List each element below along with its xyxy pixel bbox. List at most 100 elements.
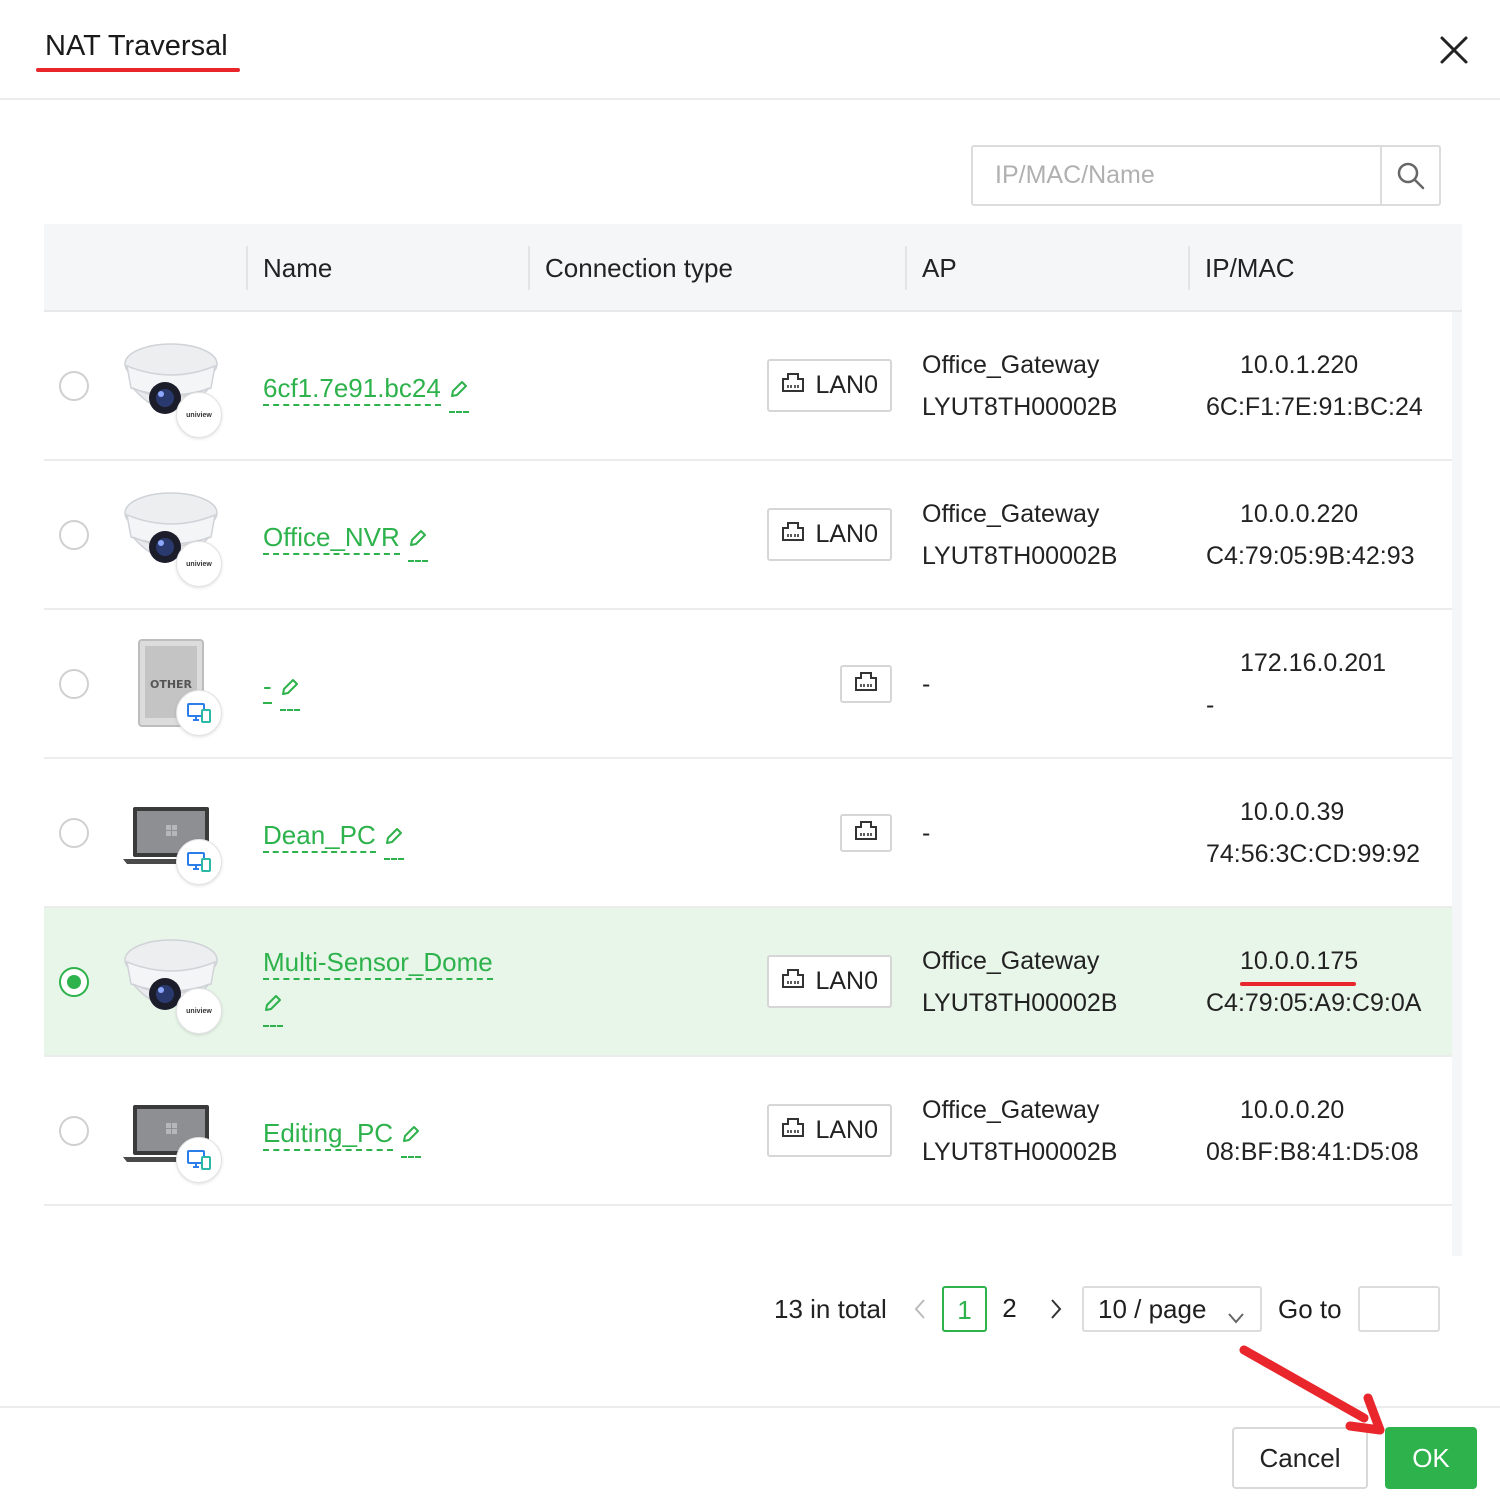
mac-address: 08:BF:B8:41:D5:08 (1206, 1138, 1419, 1166)
ip-annotation-underline (1240, 982, 1356, 986)
edit-icon[interactable] (383, 817, 404, 860)
column-separator (905, 246, 907, 290)
table-row[interactable]: uniview Office_NVR LAN0 Office_Gateway L… (44, 461, 1452, 610)
device-name-link[interactable]: Editing_PC (263, 1118, 394, 1151)
ethernet-port-icon (781, 967, 805, 996)
ap-serial: LYUT8TH00002B (922, 1138, 1118, 1166)
ip-address: 10.0.0.175 (1240, 947, 1359, 975)
row-radio[interactable] (59, 1116, 89, 1146)
edit-icon[interactable] (279, 668, 300, 711)
device-table: Name Connection type AP IP/MAC (44, 224, 1462, 312)
ip-address: 10.0.0.20 (1240, 1096, 1345, 1124)
chevron-left-icon[interactable] (908, 1294, 932, 1324)
multi-device-icon (176, 839, 222, 885)
mac-address: C4:79:05:9B:42:93 (1206, 542, 1415, 570)
cancel-button[interactable]: Cancel (1232, 1427, 1368, 1489)
edit-icon[interactable] (407, 519, 428, 562)
column-header-connection-type: Connection type (545, 253, 733, 283)
column-separator (1188, 246, 1190, 290)
ap-serial: LYUT8TH00002B (922, 989, 1118, 1017)
pagination-total: 13 in total (774, 1294, 887, 1324)
page-size-select[interactable]: 10 / page (1082, 1286, 1262, 1332)
device-name-link[interactable]: Office_NVR (263, 522, 400, 555)
connection-type-tag (840, 814, 892, 852)
goto-page-input[interactable] (1358, 1286, 1440, 1332)
row-radio[interactable] (59, 371, 89, 401)
title-annotation-underline (36, 68, 240, 72)
ethernet-port-icon (781, 371, 805, 400)
multi-device-icon (176, 690, 222, 736)
close-icon[interactable] (1434, 30, 1474, 70)
row-radio[interactable] (59, 818, 89, 848)
connection-type-label: LAN0 (815, 520, 878, 548)
search-icon[interactable] (1380, 147, 1439, 204)
row-radio[interactable] (59, 669, 89, 699)
mac-address: 6C:F1:7E:91:BC:24 (1206, 393, 1423, 421)
dialog-title: NAT Traversal (45, 30, 228, 62)
connection-type-tag: LAN0 (767, 955, 892, 1008)
mac-address: C4:79:05:A9:C9:0A (1206, 989, 1422, 1017)
column-header-name: Name (263, 253, 333, 283)
multi-device-icon (176, 1137, 222, 1183)
chevron-down-icon (1226, 1298, 1246, 1340)
uniview-badge: uniview (176, 392, 222, 438)
search-input[interactable] (973, 147, 1380, 204)
row-radio[interactable] (59, 520, 89, 550)
column-header-ap: AP (922, 253, 957, 283)
row-radio-checked[interactable] (59, 967, 89, 997)
ip-address: 172.16.0.201 (1240, 649, 1386, 677)
device-name-link[interactable]: - (263, 671, 272, 704)
column-separator (528, 246, 530, 290)
uniview-badge: uniview (176, 541, 222, 587)
goto-label: Go to (1278, 1294, 1342, 1324)
table-row[interactable]: Editing_PC LAN0 Office_Gateway LYUT8TH00… (44, 1057, 1452, 1206)
ok-button[interactable]: OK (1385, 1427, 1477, 1489)
page-2-button[interactable]: 2 (987, 1286, 1032, 1332)
mac-address: - (1206, 691, 1215, 719)
ap-serial: LYUT8TH00002B (922, 542, 1118, 570)
ip-address: 10.0.1.220 (1240, 351, 1359, 379)
column-separator (246, 246, 248, 290)
dialog-header: NAT Traversal (0, 0, 1500, 100)
chevron-right-icon[interactable] (1044, 1294, 1068, 1324)
page-size-value: 10 / page (1098, 1294, 1207, 1324)
ap-name: Office_Gateway (922, 351, 1100, 379)
device-name-link[interactable]: 6cf1.7e91.bc24 (263, 373, 441, 406)
table-row-selected[interactable]: uniview Multi-Sensor_Dome LAN0 Office_Ga… (44, 908, 1452, 1057)
connection-type-tag: LAN0 (767, 359, 892, 412)
connection-type-label: LAN0 (815, 371, 878, 399)
table-row[interactable]: Dean_PC - 10.0.0.39 74:56:3C:CD:99:92 (44, 759, 1452, 908)
ap-serial: LYUT8TH00002B (922, 393, 1118, 421)
table-row[interactable]: uniview 6cf1.7e91.bc24 LAN0 Office_Gatew… (44, 312, 1452, 461)
device-name-link[interactable]: Multi-Sensor_Dome (263, 947, 493, 980)
other-label: OTHER (150, 678, 193, 691)
edit-icon[interactable] (263, 984, 283, 1027)
ethernet-port-icon (781, 1116, 805, 1145)
search-box (971, 145, 1441, 206)
table-row[interactable]: OTHER - - 172.16.0.201 - (44, 610, 1452, 759)
ethernet-port-icon (854, 819, 878, 848)
ap-name: - (922, 670, 931, 698)
ap-name: Office_Gateway (922, 500, 1100, 528)
table-scrollbar[interactable] (1452, 312, 1462, 1256)
column-header-ip-mac: IP/MAC (1205, 253, 1295, 283)
ap-name: Office_Gateway (922, 1096, 1100, 1124)
edit-icon[interactable] (448, 370, 469, 413)
connection-type-tag: LAN0 (767, 508, 892, 561)
connection-type-label: LAN0 (815, 1116, 878, 1144)
ethernet-port-icon (781, 520, 805, 549)
connection-type-label: LAN0 (815, 967, 878, 995)
ip-address: 10.0.0.39 (1240, 798, 1345, 826)
page-1-button[interactable]: 1 (942, 1286, 987, 1332)
uniview-badge: uniview (176, 988, 222, 1034)
ap-name: - (922, 819, 931, 847)
ip-address: 10.0.0.220 (1240, 500, 1359, 528)
connection-type-tag: LAN0 (767, 1104, 892, 1157)
table-header: Name Connection type AP IP/MAC (44, 224, 1462, 312)
edit-icon[interactable] (401, 1115, 422, 1158)
mac-address: 74:56:3C:CD:99:92 (1206, 840, 1421, 868)
ap-name: Office_Gateway (922, 947, 1100, 975)
ethernet-port-icon (854, 670, 878, 699)
device-name-link[interactable]: Dean_PC (263, 820, 376, 853)
connection-type-tag (840, 665, 892, 703)
